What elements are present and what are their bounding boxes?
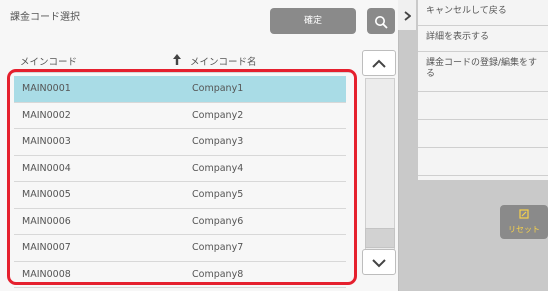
row-name: Company1 (192, 83, 244, 94)
row-code: MAIN0005 (22, 189, 71, 200)
chevron-up-icon (372, 59, 386, 68)
row-code: MAIN0007 (22, 242, 71, 253)
table-row[interactable]: MAIN0005 Company5 (14, 182, 346, 209)
column-header-code[interactable]: メインコード (20, 54, 77, 68)
table-row[interactable]: MAIN0007 Company7 (14, 235, 346, 262)
table-header: メインコード メインコード名 (10, 48, 350, 73)
scrollbar-thumb[interactable] (365, 228, 395, 248)
row-name: Company4 (192, 162, 244, 174)
search-icon (375, 15, 388, 29)
row-code: MAIN0008 (22, 268, 71, 280)
table-row[interactable]: MAIN0006 Company6 (14, 208, 346, 235)
register-edit-code-button[interactable]: 課金コードの登録/編集をする (418, 52, 548, 92)
scroll-up-button[interactable] (362, 50, 396, 76)
action-panel: キャンセルして戻る 詳細を表示する 課金コードの登録/編集をする (418, 0, 548, 180)
table-row[interactable]: MAIN0003 Company3 (14, 129, 346, 156)
code-selection-panel: 課金コード選択 確定 メインコード メインコード名 MAIN0001 Compa… (0, 0, 399, 291)
table-row[interactable]: MAIN0002 Company2 (14, 102, 346, 129)
row-code: MAIN0002 (22, 109, 71, 121)
cancel-and-return-button[interactable]: キャンセルして戻る (418, 0, 548, 26)
empty-action-slot (418, 120, 548, 148)
row-code: MAIN0006 (22, 215, 71, 227)
scrollbar-track[interactable] (365, 78, 395, 250)
chevron-right-icon (403, 10, 411, 21)
row-name: Company5 (192, 189, 244, 200)
confirm-button[interactable]: 確定 (270, 8, 356, 34)
table-row[interactable]: MAIN0008 Company8 (14, 261, 346, 288)
sort-ascending-icon[interactable] (173, 54, 181, 68)
show-details-button[interactable]: 詳細を表示する (418, 26, 548, 52)
collapse-panel-button[interactable] (398, 0, 416, 30)
reset-label: リセット (508, 225, 540, 234)
code-list: MAIN0001 Company1 MAIN0002 Company2 MAIN… (14, 76, 346, 288)
row-name: Company6 (192, 215, 244, 227)
chevron-down-icon (372, 258, 386, 267)
row-code: MAIN0004 (22, 162, 71, 174)
row-name: Company2 (192, 109, 244, 121)
column-header-name[interactable]: メインコード名 (190, 54, 257, 68)
table-row[interactable]: MAIN0004 Company4 (14, 155, 346, 182)
reset-icon (500, 209, 548, 222)
page-title: 課金コード選択 (10, 12, 80, 23)
row-name: Company3 (192, 136, 244, 147)
row-code: MAIN0001 (22, 83, 71, 94)
scroll-down-button[interactable] (362, 249, 396, 275)
empty-action-slot (418, 92, 548, 120)
row-code: MAIN0003 (22, 136, 71, 147)
search-button[interactable] (367, 8, 395, 34)
table-row[interactable]: MAIN0001 Company1 (14, 76, 346, 103)
reset-button[interactable]: リセット (500, 205, 548, 239)
empty-action-slot (418, 148, 548, 176)
row-name: Company8 (192, 268, 244, 280)
row-name: Company7 (192, 242, 244, 253)
